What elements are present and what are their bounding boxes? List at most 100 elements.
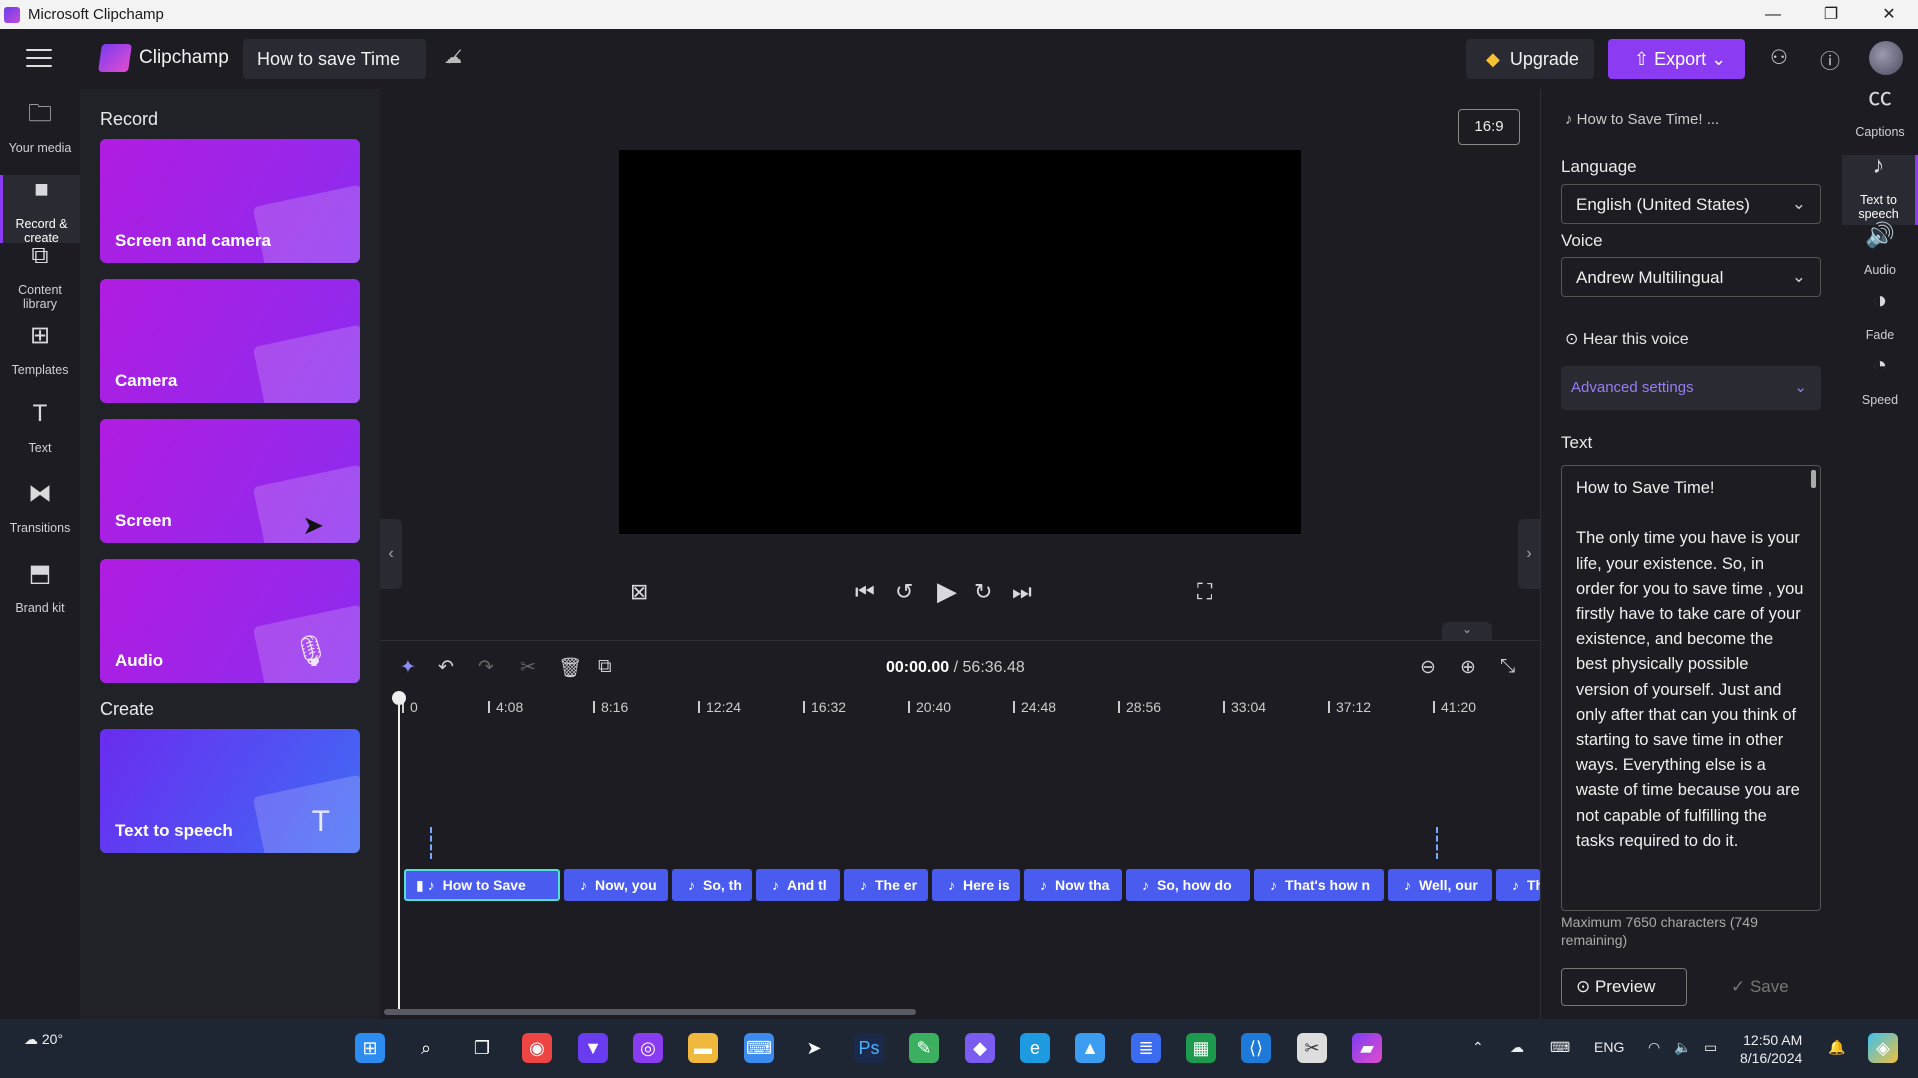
skip-to-end-icon[interactable]: ⏭	[1012, 579, 1032, 605]
task-view-icon[interactable]: ❐	[467, 1033, 497, 1063]
redo-icon[interactable]: ↷	[478, 656, 494, 679]
rail-text-to-speech[interactable]: ♪ Text to speech	[1842, 154, 1918, 225]
rail-brand-kit[interactable]: ⬒ Brand kit	[0, 562, 80, 623]
forward-5s-icon[interactable]: ↻	[974, 579, 992, 605]
tts-text-input[interactable]: How to Save Time! The only time you have…	[1561, 465, 1821, 911]
photos-icon[interactable]: ▲	[1075, 1033, 1105, 1063]
textarea-scrollbar[interactable]	[1811, 470, 1816, 488]
send-app-icon[interactable]: ➤	[799, 1033, 829, 1063]
close-button[interactable]: ✕	[1860, 0, 1918, 29]
collapse-left-panel-button[interactable]: ‹	[380, 519, 402, 589]
screen-and-camera-card[interactable]: Screen and camera	[100, 139, 360, 263]
delete-icon[interactable]: 🗑	[558, 656, 582, 680]
timeline-clip[interactable]: ♪ The er	[844, 869, 928, 901]
notifications-icon[interactable]: 🔔	[1828, 1039, 1845, 1056]
rail-captions[interactable]: ㏄ Captions	[1842, 86, 1918, 151]
time-ruler[interactable]: 0 4:08 8:16 12:24 16:32 20:40 24:48 28:5…	[402, 699, 1540, 723]
keyboard-icon[interactable]: ⌨	[1550, 1039, 1570, 1056]
share-people-icon[interactable]: ⚇	[1770, 45, 1788, 70]
timeline-scrollbar[interactable]	[384, 1009, 916, 1015]
zoom-out-icon[interactable]: ⊖	[1420, 656, 1436, 679]
crystal-app-icon[interactable]: ◆	[965, 1033, 995, 1063]
weather-widget[interactable]: ☁ 20°	[24, 1031, 63, 1048]
chevron-up-icon[interactable]: ⌃	[1472, 1039, 1484, 1056]
snipping-tool-icon[interactable]: ✂	[1297, 1033, 1327, 1063]
rail-templates[interactable]: ⊞ Templates	[0, 324, 80, 385]
drawing-app-icon[interactable]: ✎	[909, 1033, 939, 1063]
chrome-icon[interactable]: ◉	[522, 1033, 552, 1063]
rail-text[interactable]: T Text	[0, 402, 80, 463]
volume-icon[interactable]: 🔈	[1674, 1039, 1691, 1056]
sheets-icon[interactable]: ▦	[1186, 1033, 1216, 1063]
timeline-clip[interactable]: ▮ ♪ How to Save	[404, 869, 560, 901]
maximize-button[interactable]: ❐	[1802, 0, 1860, 29]
magic-edit-icon[interactable]: ⊠	[630, 579, 648, 605]
save-button[interactable]: ✓ Save	[1731, 977, 1789, 997]
export-button[interactable]: ⇧ Export ⌄	[1608, 39, 1745, 79]
clipchamp-taskbar-icon[interactable]: ▰	[1352, 1033, 1382, 1063]
timeline-clip[interactable]: ♪ Th	[1496, 869, 1540, 901]
clock[interactable]: 12:50 AM 8/16/2024	[1740, 1031, 1802, 1067]
timeline-clip[interactable]: ♪ And tl	[756, 869, 840, 901]
avatar[interactable]	[1869, 41, 1903, 75]
timeline-clip[interactable]: ♪ So, how do	[1126, 869, 1250, 901]
playhead[interactable]	[392, 691, 406, 1015]
wifi-icon[interactable]: ◠	[1648, 1039, 1660, 1056]
hear-voice-button[interactable]: ⊙ Hear this voice	[1565, 329, 1689, 349]
screen-card[interactable]: Screen ➤	[100, 419, 360, 543]
upgrade-button[interactable]: ◆ Upgrade	[1466, 39, 1594, 79]
rail-your-media[interactable]: 🗀 Your media	[0, 102, 80, 167]
copilot-icon[interactable]: ◈	[1868, 1033, 1898, 1063]
fit-to-screen-icon[interactable]: ⤡	[1500, 656, 1515, 678]
podcast-app-icon[interactable]: ◎	[633, 1033, 663, 1063]
aspect-ratio-button[interactable]: 16:9	[1458, 109, 1520, 145]
play-icon[interactable]: ▶	[937, 576, 957, 607]
file-explorer-icon[interactable]: ▬	[688, 1033, 718, 1063]
vscode-icon[interactable]: ⟨⟩	[1241, 1033, 1271, 1063]
cloud-off-icon[interactable]: ☁	[1510, 1039, 1524, 1056]
start-icon[interactable]: ⊞	[355, 1033, 385, 1063]
timeline-clip[interactable]: ♪ Now, you	[564, 869, 668, 901]
cloud-sync-off-icon[interactable]: ☁̸	[444, 47, 462, 68]
zoom-in-icon[interactable]: ⊕	[1460, 656, 1476, 679]
fullscreen-icon[interactable]: ⛶	[1197, 579, 1212, 605]
rail-fade[interactable]: ◑ Fade	[1842, 289, 1918, 348]
timeline-clip[interactable]: ♪ Now tha	[1024, 869, 1122, 901]
undo-icon[interactable]: ↶	[438, 656, 454, 679]
rail-content-library[interactable]: ⧉ Content library	[0, 244, 80, 317]
edge-icon[interactable]: e	[1020, 1033, 1050, 1063]
camera-card[interactable]: Camera	[100, 279, 360, 403]
video-preview[interactable]	[619, 150, 1301, 534]
project-name-field[interactable]: How to save Time	[243, 39, 426, 79]
skip-to-start-icon[interactable]: ⏮	[855, 579, 875, 605]
rewind-5s-icon[interactable]: ↺	[895, 579, 913, 605]
rail-speed[interactable]: ◔ Speed	[1842, 354, 1918, 413]
battery-icon[interactable]: ▭	[1704, 1039, 1717, 1056]
duplicate-icon[interactable]: ⧉	[598, 656, 612, 678]
sparkle-icon[interactable]: ✦	[400, 656, 416, 679]
preview-button[interactable]: ⊙ Preview	[1561, 968, 1687, 1006]
timeline-clip[interactable]: ♪ That's how n	[1254, 869, 1384, 901]
advanced-settings-toggle[interactable]: Advanced settings ⌄	[1561, 366, 1821, 410]
language-select[interactable]: English (United States) ⌄	[1561, 184, 1821, 224]
timeline-clip[interactable]: ♪ So, th	[672, 869, 752, 901]
language-indicator[interactable]: ENG	[1594, 1039, 1624, 1055]
split-icon[interactable]: ✂	[520, 656, 536, 679]
rail-transitions[interactable]: ⧓ Transitions	[0, 482, 80, 543]
chevron-down-icon[interactable]: ⌄	[1442, 622, 1492, 640]
rail-audio[interactable]: 🔊 Audio	[1842, 224, 1918, 283]
docs-icon[interactable]: ≣	[1131, 1033, 1161, 1063]
keyboard-app-icon[interactable]: ⌨	[744, 1033, 774, 1063]
timeline-clip[interactable]: ♪ Well, our	[1388, 869, 1492, 901]
search-icon[interactable]: ⌕	[411, 1033, 441, 1063]
timeline-clip[interactable]: ♪ Here is	[932, 869, 1020, 901]
text-to-speech-card[interactable]: T Text to speech	[100, 729, 360, 853]
help-icon[interactable]: ⓘ	[1820, 45, 1840, 74]
minimize-button[interactable]: —	[1744, 0, 1802, 29]
collapse-right-panel-button[interactable]: ›	[1518, 519, 1540, 589]
voice-select[interactable]: Andrew Multilingual ⌄	[1561, 257, 1821, 297]
photoshop-icon[interactable]: Ps	[854, 1033, 884, 1063]
audio-card[interactable]: 🎙 Audio	[100, 559, 360, 683]
vpn-icon[interactable]: ▼	[578, 1033, 608, 1063]
rail-record-create[interactable]: ■ Record & create	[0, 175, 80, 245]
